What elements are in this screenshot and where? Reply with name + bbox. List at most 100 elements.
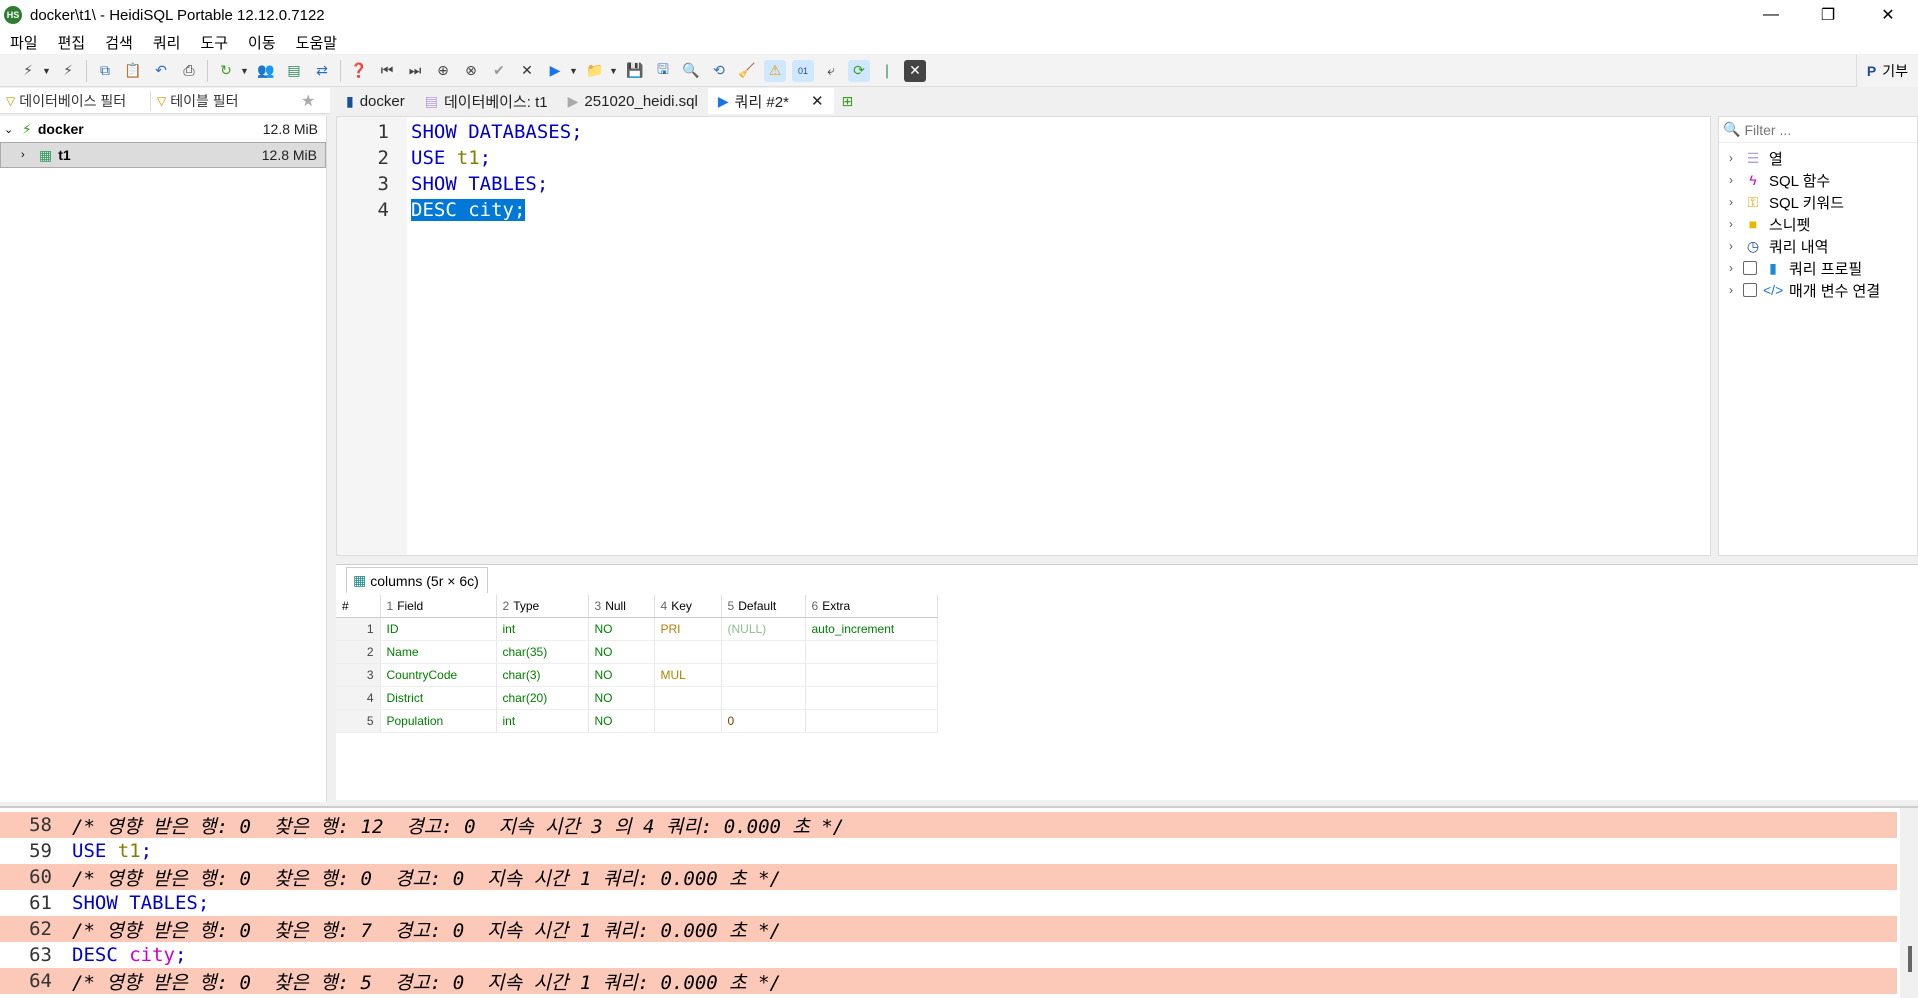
find-icon[interactable]: 🔍 — [680, 60, 702, 82]
database-filter-input[interactable]: ▽ 데이터베이스 필터 — [0, 91, 150, 111]
menu-tools[interactable]: 도구 — [190, 32, 238, 53]
exit-icon[interactable]: ✕ — [904, 59, 926, 82]
chevron-down-icon[interactable]: ▼ — [609, 66, 618, 76]
tree-item-docker[interactable]: ⌄ ⚡ docker 12.8 MiB — [0, 116, 326, 142]
play-icon: ▶ — [717, 92, 729, 109]
tab-host[interactable]: ▮ docker — [336, 88, 415, 114]
result-tab[interactable]: ▦ columns (5r × 6c) — [346, 567, 488, 593]
helper-query-history[interactable]: › ◷ 쿼리 내역 — [1719, 235, 1917, 257]
last-record-icon[interactable]: ⏭ — [404, 60, 426, 82]
save-as-icon[interactable]: 🖫 — [652, 60, 674, 82]
grid-header[interactable]: 1 Field — [380, 595, 497, 618]
toolbar-separator — [207, 59, 208, 82]
chevron-down-icon[interactable]: ⌄ — [4, 123, 18, 136]
log-line: 63 DESC city; — [0, 942, 1897, 968]
table-row[interactable]: 3 CountryCode char(3) NO MUL — [336, 663, 938, 687]
undo-icon[interactable]: ↶ — [150, 60, 172, 82]
tab-sql-file[interactable]: ▶ 251020_heidi.sql — [558, 88, 708, 114]
refresh-icon[interactable]: ↻ — [215, 60, 237, 82]
helper-sql-keywords[interactable]: › ⚿ SQL 키워드 — [1719, 191, 1917, 213]
helper-columns[interactable]: › ☰ 열 — [1719, 147, 1917, 169]
paste-icon[interactable]: 📋 — [122, 60, 144, 82]
nav-icon[interactable]: ❘ — [876, 60, 898, 82]
query-profile-checkbox[interactable] — [1743, 261, 1757, 275]
execute-query-icon[interactable]: ▶ — [544, 60, 566, 82]
save-icon[interactable]: 💾 — [624, 60, 646, 82]
sql-editor[interactable]: 1 SHOW DATABASES; 2 USE t1; 3 SHOW TABLE… — [336, 116, 1711, 556]
grid-header[interactable]: 4 Key — [654, 595, 722, 618]
grid-header[interactable]: 5 Default — [721, 595, 806, 618]
helper-query-profile[interactable]: › ▮ 쿼리 프로필 — [1719, 257, 1917, 279]
table-row[interactable]: 5 Population int NO 0 — [336, 709, 938, 733]
minimize-button[interactable]: — — [1743, 0, 1799, 30]
chevron-down-icon[interactable]: ▼ — [240, 66, 249, 76]
result-grid[interactable]: # 1 Field 2 Type 3 Null 4 Key 5 Default 6 Extr… — [336, 595, 938, 733]
help-icon[interactable]: ❓ — [348, 60, 370, 82]
first-record-icon[interactable]: ⏮ — [376, 60, 398, 82]
chevron-right-icon[interactable]: › — [1729, 239, 1743, 253]
session-manager-icon[interactable]: ⚡ — [17, 60, 39, 82]
close-button[interactable]: ✕ — [1860, 0, 1916, 30]
grid-header[interactable]: 2 Type — [496, 595, 589, 618]
grid-header[interactable]: 6 Extra — [805, 595, 938, 618]
grid-header[interactable]: 3 Null — [588, 595, 655, 618]
tab-database[interactable]: ▤ 데이터베이스: t1 — [415, 88, 558, 114]
table-row[interactable]: 4 District char(20) NO — [336, 686, 938, 710]
log-sync-icon[interactable]: ⟳ — [848, 59, 870, 82]
restore-button[interactable]: ❐ — [1800, 0, 1856, 30]
replace-icon[interactable]: ⟲ — [708, 60, 730, 82]
menu-edit[interactable]: 편집 — [48, 32, 96, 53]
favorite-star-icon[interactable]: ★ — [301, 91, 315, 111]
scrollbar-thumb[interactable] — [1908, 946, 1912, 972]
log-scrollbar[interactable] — [1900, 808, 1918, 998]
user-manager-icon[interactable]: 👥 — [255, 60, 277, 82]
post-icon[interactable]: ✔ — [488, 60, 510, 82]
chevron-down-icon[interactable]: ▼ — [569, 66, 578, 76]
open-folder-icon[interactable]: 📁 — [584, 60, 606, 82]
tab-query[interactable]: ▶ 쿼리 #2* ✕ — [707, 88, 834, 114]
clear-icon[interactable]: 🧹 — [736, 60, 758, 82]
chevron-right-icon[interactable]: › — [1729, 283, 1743, 297]
line-number: 60 — [29, 866, 52, 888]
chevron-right-icon[interactable]: › — [1729, 173, 1743, 187]
chevron-right-icon[interactable]: › — [21, 149, 35, 161]
sql-log[interactable]: 58 /* 영향 받은 행: 0 찾은 행: 12 경고: 0 지속 시간 3 … — [0, 806, 1918, 998]
tree-item-t1[interactable]: › ▦ t1 12.8 MiB — [0, 142, 326, 168]
chevron-down-icon[interactable]: ▼ — [42, 66, 51, 76]
table-row[interactable]: 2 Name char(35) NO — [336, 640, 938, 664]
sync-icon[interactable]: ⇄ — [311, 60, 333, 82]
cancel-icon[interactable]: ✕ — [516, 60, 538, 82]
insert-row-icon[interactable]: ⊕ — [432, 60, 454, 82]
donate-button[interactable]: P 기부 — [1855, 55, 1918, 87]
menu-help[interactable]: 도움말 — [286, 32, 347, 53]
export-icon[interactable]: ▤ — [283, 60, 305, 82]
disconnect-icon[interactable]: ⚡ — [57, 60, 79, 82]
print-icon[interactable]: ⎙ — [178, 60, 200, 82]
copy-icon[interactable]: ⧉ — [94, 60, 116, 82]
wrap-icon[interactable]: ⤶ — [820, 60, 842, 82]
warning-icon[interactable]: ⚠ — [764, 59, 786, 82]
close-tab-icon[interactable]: ✕ — [811, 92, 824, 110]
new-query-tab-icon[interactable]: ⊞ — [842, 93, 854, 110]
delete-row-icon[interactable]: ⊗ — [460, 60, 482, 82]
table-row[interactable]: 1 ID int NO PRI (NULL) auto_increment — [336, 617, 938, 641]
menu-file[interactable]: 파일 — [0, 32, 48, 53]
helper-filter-input[interactable]: 🔍 Filter ... — [1719, 117, 1917, 143]
folder-icon: ■ — [1748, 216, 1758, 232]
menu-search[interactable]: 검색 — [95, 32, 143, 53]
log-comment: /* 영향 받은 행: 0 찾은 행: 7 경고: 0 지속 시간 1 쿼리: … — [72, 919, 781, 942]
binary-icon[interactable]: 01 — [792, 59, 814, 82]
menu-query[interactable]: 쿼리 — [143, 32, 191, 53]
helper-sql-functions[interactable]: › ϟ SQL 함수 — [1719, 169, 1917, 191]
menu-goto[interactable]: 이동 — [238, 32, 286, 53]
chevron-right-icon[interactable]: › — [1729, 261, 1743, 275]
chevron-right-icon[interactable]: › — [1729, 217, 1743, 231]
menu-bar: 파일 편집 검색 쿼리 도구 이동 도움말 — [0, 30, 1918, 54]
helper-bind-params[interactable]: › </> 매개 변수 연결 — [1719, 279, 1917, 301]
chevron-right-icon[interactable]: › — [1729, 195, 1743, 209]
helper-snippets[interactable]: › ■ 스니펫 — [1719, 213, 1917, 235]
bind-params-checkbox[interactable] — [1743, 283, 1757, 297]
chevron-right-icon[interactable]: › — [1729, 151, 1743, 165]
table-filter-input[interactable]: ▽ 테이블 필터 — [150, 90, 295, 111]
grid-header-rownum[interactable]: # — [336, 595, 381, 618]
